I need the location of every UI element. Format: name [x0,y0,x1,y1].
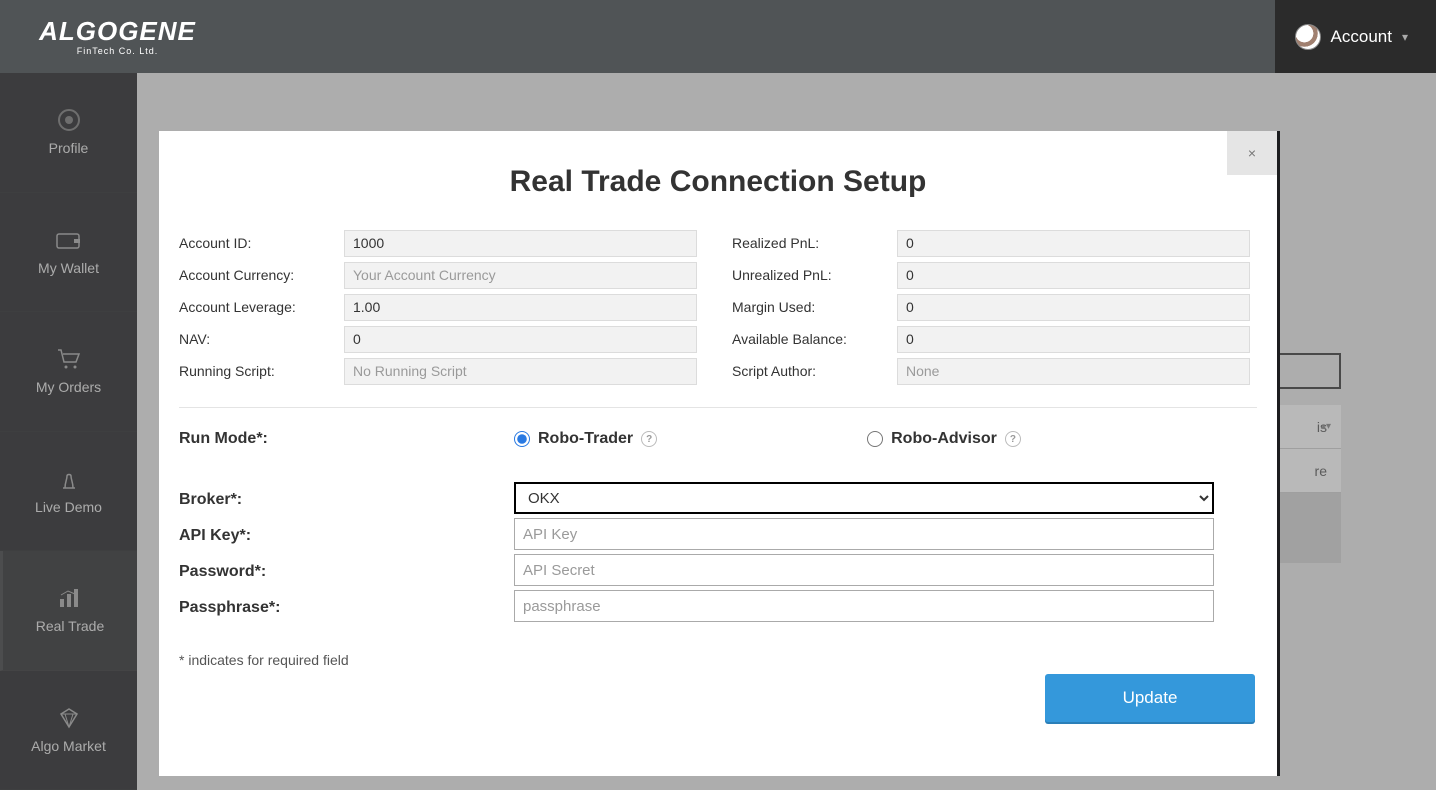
logo-main: ALGOGENE [39,18,196,44]
close-icon: × [1248,145,1256,161]
password-label: Password*: [179,559,514,581]
running-script-input[interactable] [344,358,697,385]
required-note: * indicates for required field [179,652,1257,668]
help-icon[interactable]: ? [1005,431,1021,447]
script-author-label: Script Author: [732,363,897,379]
update-button[interactable]: Update [1045,674,1255,722]
unrealized-pnl-label: Unrealized PnL: [732,267,897,283]
modal-overlay: × Real Trade Connection Setup Account ID… [0,73,1436,790]
broker-select[interactable]: OKX [514,482,1214,514]
account-label: Account [1331,27,1392,47]
account-leverage-input[interactable] [344,294,697,321]
account-menu[interactable]: Account ▾ [1275,0,1436,73]
margin-used-input[interactable] [897,294,1250,321]
account-currency-label: Account Currency: [179,267,344,283]
divider [179,407,1257,408]
account-currency-input[interactable] [344,262,697,289]
passphrase-input[interactable] [514,590,1214,622]
logo-sub: FinTech Co. Ltd. [77,46,159,56]
api-key-label: API Key*: [179,523,514,545]
nav-label: NAV: [179,331,344,347]
run-mode-label: Run Mode*: [179,430,514,448]
script-author-input[interactable] [897,358,1250,385]
close-button[interactable]: × [1227,131,1277,175]
nav-input[interactable] [344,326,697,353]
api-key-input[interactable] [514,518,1214,550]
available-balance-label: Available Balance: [732,331,897,347]
account-info-grid: Account ID: Account Currency: Account Le… [179,229,1257,389]
chevron-down-icon: ▾ [1402,30,1408,44]
account-id-label: Account ID: [179,235,344,251]
logo[interactable]: ALGOGENE FinTech Co. Ltd. [0,0,235,73]
margin-used-label: Margin Used: [732,299,897,315]
connection-setup-modal: × Real Trade Connection Setup Account ID… [159,131,1277,776]
robo-advisor-radio[interactable]: Robo-Advisor ? [867,430,1021,448]
topbar: ALGOGENE FinTech Co. Ltd. Account ▾ [0,0,1436,73]
broker-label: Broker*: [179,487,514,509]
unrealized-pnl-input[interactable] [897,262,1250,289]
help-icon[interactable]: ? [641,431,657,447]
available-balance-input[interactable] [897,326,1250,353]
account-id-input[interactable] [344,230,697,257]
modal-title: Real Trade Connection Setup [159,165,1277,199]
realized-pnl-input[interactable] [897,230,1250,257]
passphrase-label: Passphrase*: [179,595,514,617]
robo-trader-radio[interactable]: Robo-Trader ? [514,430,657,448]
realized-pnl-label: Realized PnL: [732,235,897,251]
avatar [1295,24,1321,50]
account-leverage-label: Account Leverage: [179,299,344,315]
running-script-label: Running Script: [179,363,344,379]
password-input[interactable] [514,554,1214,586]
